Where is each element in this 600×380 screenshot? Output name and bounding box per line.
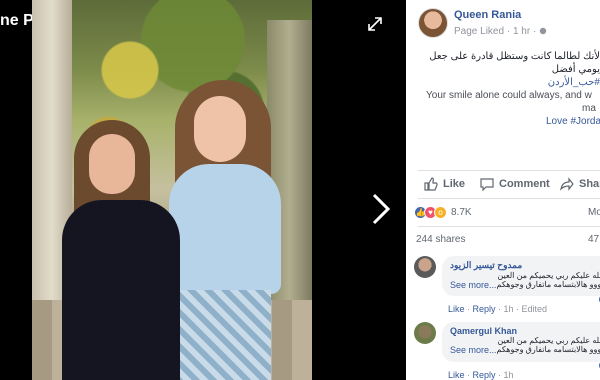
comment-actions: Like · Reply · 1h · Edited <box>448 304 548 314</box>
share-arrow-icon <box>560 177 574 191</box>
comment-edited[interactable]: Edited <box>522 304 548 314</box>
commenter-avatar[interactable] <box>414 256 436 278</box>
photo-viewer: ne Photos <box>0 0 406 380</box>
post-photo[interactable] <box>32 0 312 380</box>
thumbs-up-icon <box>424 177 438 191</box>
reactions-count: 8.7K <box>451 207 472 218</box>
meta-separator-2: · <box>532 26 537 37</box>
like-label: Like <box>443 178 466 190</box>
post-text: لأنك لطالما كانت وستظل قادرة على جعل يوم… <box>426 50 600 128</box>
page-avatar[interactable] <box>418 8 448 38</box>
comment-reply-link[interactable]: Reply <box>473 304 496 314</box>
expand-icon[interactable] <box>368 17 382 31</box>
post-panel: Queen Rania Page Liked · 1 hr · لأنك لطا… <box>406 0 600 380</box>
commenter-avatar[interactable] <box>414 322 436 344</box>
comment-text-2: ديووو هالابتسامه ماتفارق وجوهكم <box>496 345 600 354</box>
commenter-name[interactable]: ممدوح تيسير الزيود <box>450 260 600 271</box>
comment-bubble: Qamergul Khan الله عليكم ربي يحميكم من ا… <box>442 322 600 362</box>
globe-icon <box>539 27 547 35</box>
post-text-arabic: لأنك لطالما كانت وستظل قادرة على جعل يوم… <box>429 51 600 75</box>
more-comments-link[interactable]: Mo <box>588 207 600 218</box>
comment-text-2: ديووو هالابتسامه ماتفارق وجوهكم <box>496 280 600 289</box>
share-label: Share <box>579 178 600 190</box>
shares-count[interactable]: 244 shares <box>416 234 465 245</box>
comment-bubble: ممدوح تيسير الزيود الله عليكم ربي يحميكم… <box>442 256 600 296</box>
comment-time[interactable]: 1h <box>504 304 514 314</box>
post-text-english: Your smile alone could always, and w <box>426 90 592 101</box>
comment-like-link[interactable]: Like <box>448 304 465 314</box>
post-hashtag-arabic[interactable]: #حب_الأردن <box>426 76 600 89</box>
comment-reply-link[interactable]: Reply <box>473 370 496 380</box>
comment-icon <box>480 178 494 191</box>
comment-time[interactable]: 1h <box>504 370 514 380</box>
comment-actions: Like · Reply · 1h <box>448 370 514 380</box>
reaction-summary[interactable]: 👍 ♥ o 8.7K <box>414 206 472 219</box>
comment-text: الله عليكم ربي يحميكم من العين <box>497 336 600 345</box>
post-hashtag-love-jordan[interactable]: Love #Jordan <box>426 115 600 128</box>
divider-mid <box>418 198 600 199</box>
post-text-english-cont: ma <box>582 103 596 114</box>
page-liked-label: Page Liked <box>454 26 505 37</box>
like-button[interactable]: Like <box>424 177 465 191</box>
comment-like-link[interactable]: Like <box>448 370 465 380</box>
photo-girl <box>62 120 192 380</box>
see-more-link[interactable]: See more... <box>450 345 497 355</box>
meta-separator: · <box>506 26 511 37</box>
wow-reaction-icon: o <box>434 206 447 219</box>
comments-count-partial[interactable]: 47 <box>588 234 599 245</box>
next-photo-arrow-icon[interactable] <box>370 192 392 226</box>
comment-label: Comment <box>499 178 550 190</box>
share-button[interactable]: Share <box>560 177 600 191</box>
see-more-link[interactable]: See more... <box>450 280 497 290</box>
post-meta: Page Liked · 1 hr · <box>454 26 547 37</box>
page-name[interactable]: Queen Rania <box>454 9 521 21</box>
commenter-name[interactable]: Qamergul Khan <box>450 326 600 336</box>
comment-button[interactable]: Comment <box>480 177 550 191</box>
divider-stats <box>418 226 600 227</box>
post-time[interactable]: 1 hr <box>513 26 530 37</box>
divider-top <box>418 170 600 171</box>
comment-text: الله عليكم ربي يحميكم من العين <box>497 271 600 280</box>
